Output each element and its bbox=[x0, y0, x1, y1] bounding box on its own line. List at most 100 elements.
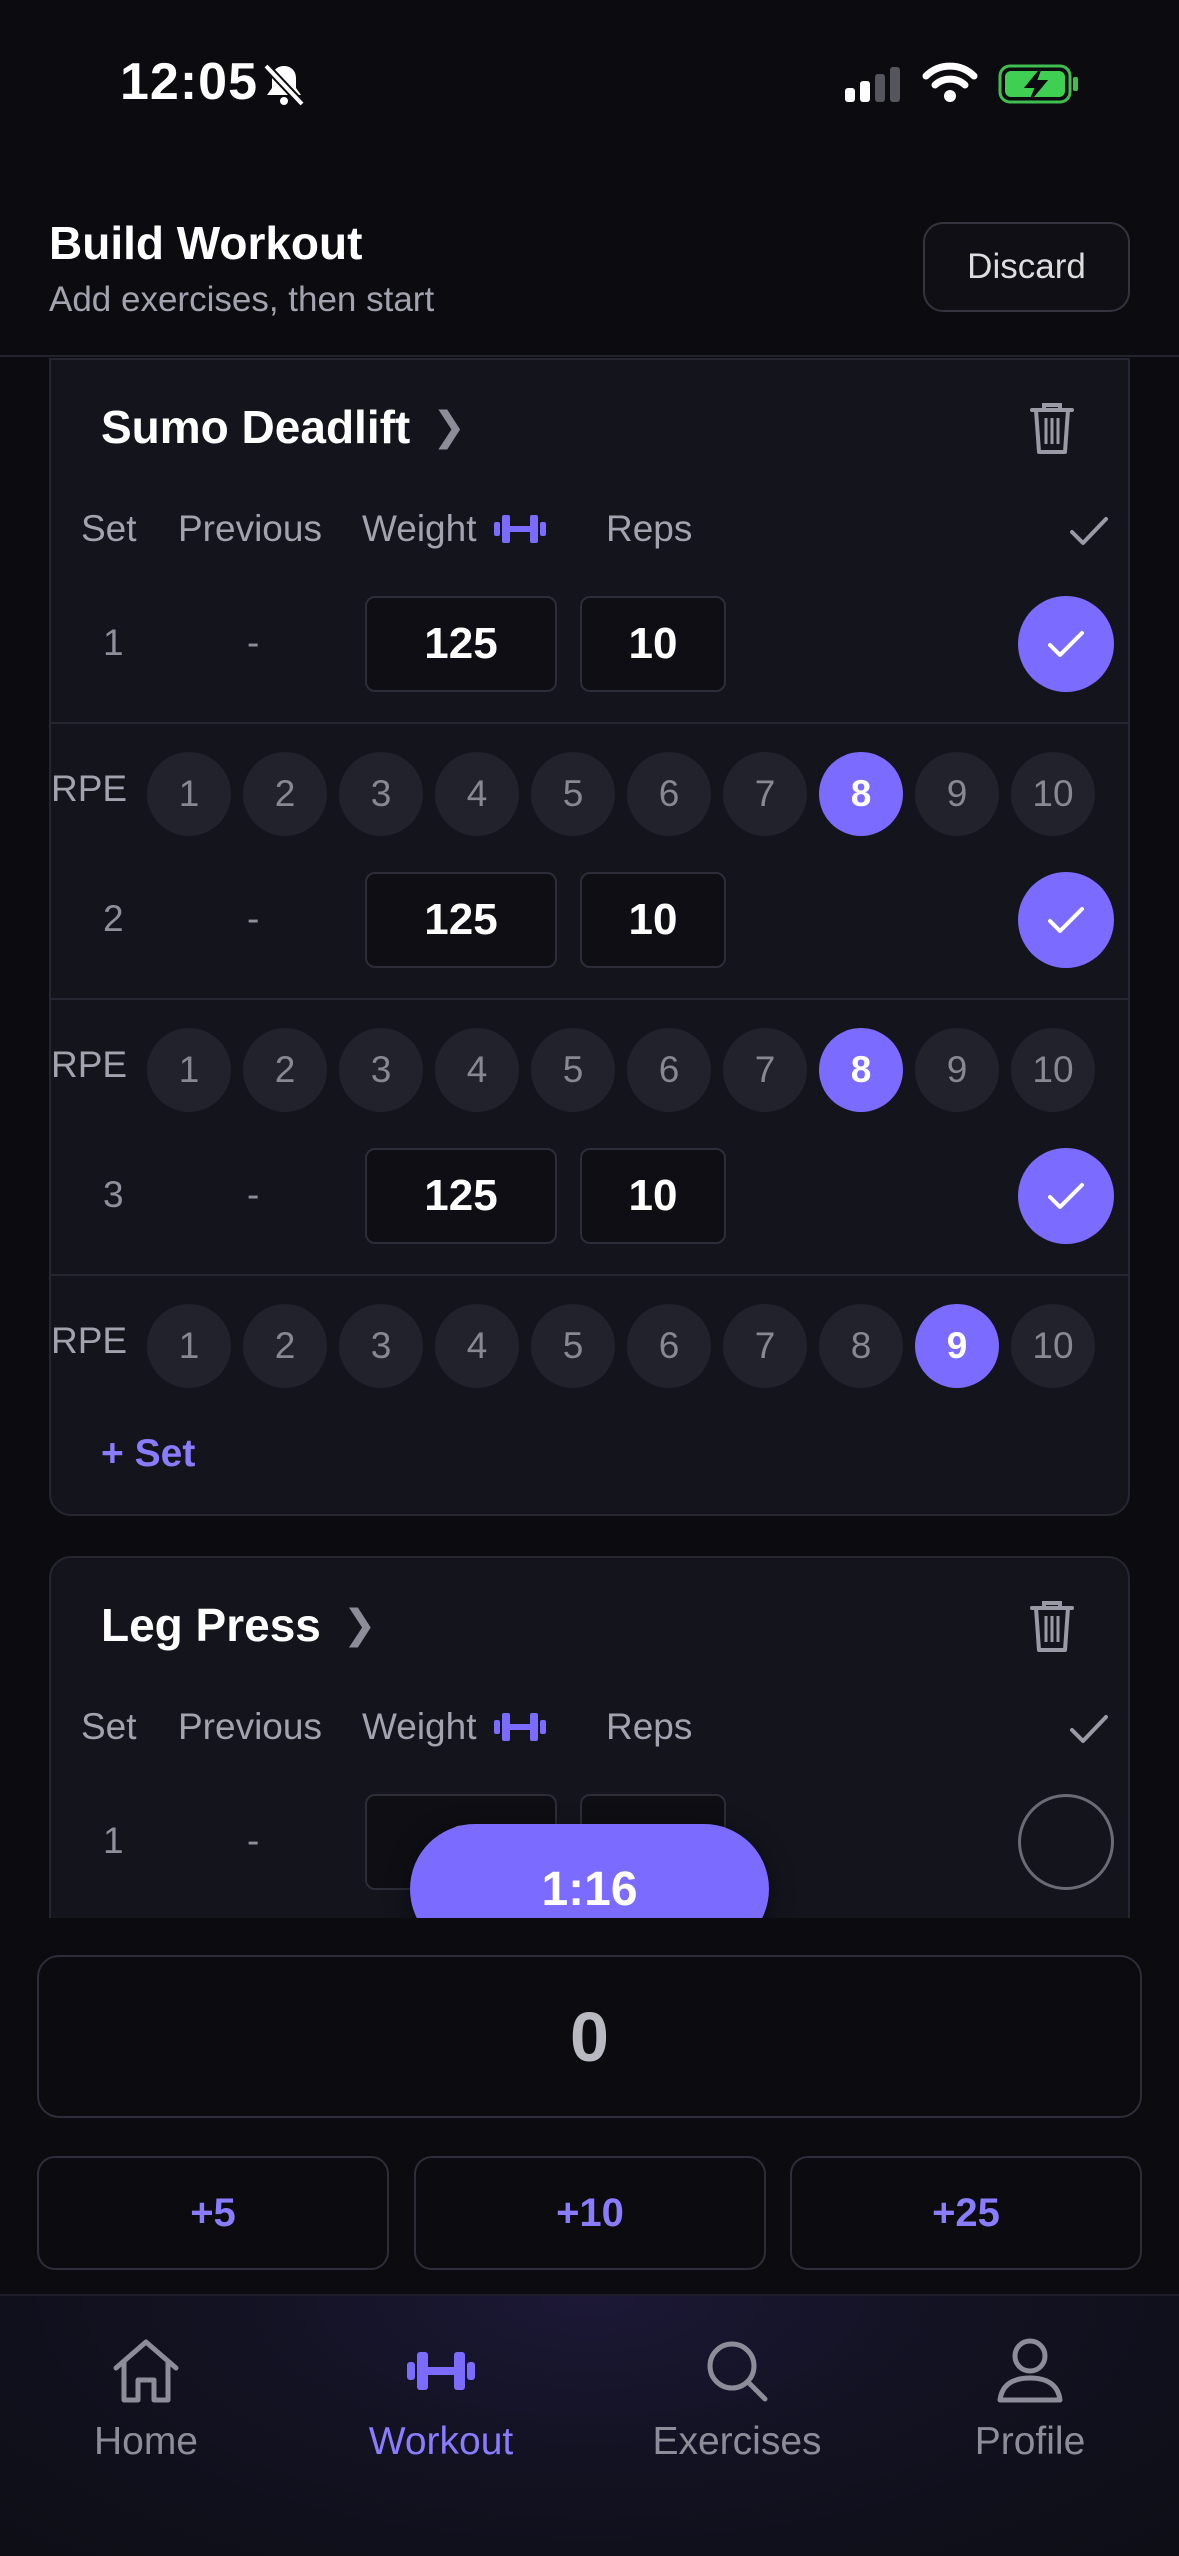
trash-icon[interactable] bbox=[1028, 400, 1076, 456]
rpe-option[interactable]: 5 bbox=[531, 1028, 615, 1112]
set-complete-toggle[interactable] bbox=[1018, 1794, 1114, 1890]
column-reps: Reps bbox=[606, 1706, 693, 1747]
set-complete-toggle[interactable] bbox=[1018, 596, 1114, 692]
exercise-title-link[interactable]: Leg Press ❯ bbox=[101, 1598, 376, 1652]
rpe-option[interactable]: 5 bbox=[531, 752, 615, 836]
rest-timer-button[interactable]: 1:16 bbox=[410, 1824, 769, 1918]
column-previous: Previous bbox=[178, 1706, 322, 1747]
rpe-option[interactable]: 4 bbox=[435, 752, 519, 836]
set-row: 1 - 125 10 bbox=[51, 586, 1128, 704]
tab-bar: Home Workout Exercises Profile bbox=[0, 2294, 1179, 2556]
set-previous: - bbox=[247, 1174, 260, 1215]
rpe-option-selected[interactable]: 8 bbox=[819, 752, 903, 836]
rpe-option[interactable]: 10 bbox=[1011, 1028, 1095, 1112]
cellular-signal-icon bbox=[845, 67, 900, 102]
set-columns-header: Set Previous Weight Reps bbox=[51, 1706, 1128, 1756]
rpe-row: RPE 1 2 3 4 5 6 7 8 9 10 bbox=[51, 1274, 1128, 1412]
rpe-option[interactable]: 7 bbox=[723, 1028, 807, 1112]
rpe-option[interactable]: 2 bbox=[243, 1028, 327, 1112]
set-row: 3 - 125 10 bbox=[51, 1138, 1128, 1256]
keypad-value-display[interactable]: 0 bbox=[37, 1955, 1142, 2118]
rpe-option[interactable]: 7 bbox=[723, 1304, 807, 1388]
reps-input[interactable]: 10 bbox=[580, 596, 726, 692]
page-title: Build Workout bbox=[49, 217, 363, 269]
rpe-option-selected[interactable]: 8 bbox=[819, 1028, 903, 1112]
rpe-option[interactable]: 9 bbox=[915, 752, 999, 836]
column-weight[interactable]: Weight bbox=[362, 508, 549, 550]
rpe-option[interactable]: 6 bbox=[627, 1028, 711, 1112]
set-number: 1 bbox=[103, 622, 124, 663]
trash-icon[interactable] bbox=[1028, 1598, 1076, 1654]
weight-input[interactable]: 125 bbox=[365, 872, 557, 968]
reps-input[interactable]: 10 bbox=[580, 1148, 726, 1244]
rpe-row: RPE 1 2 3 4 5 6 7 8 9 10 bbox=[51, 998, 1128, 1136]
increment-25-button[interactable]: +25 bbox=[790, 2156, 1142, 2270]
discard-button[interactable]: Discard bbox=[923, 222, 1130, 312]
rpe-option[interactable]: 1 bbox=[147, 1304, 231, 1388]
search-icon bbox=[707, 2341, 768, 2402]
column-weight-label: Weight bbox=[362, 508, 477, 549]
set-complete-toggle[interactable] bbox=[1018, 872, 1114, 968]
check-all-icon[interactable] bbox=[1068, 514, 1110, 548]
set-number: 3 bbox=[103, 1174, 124, 1215]
tab-profile-label: Profile bbox=[974, 2420, 1086, 2463]
tab-workout-label: Workout bbox=[368, 2420, 514, 2463]
weight-input[interactable]: 125 bbox=[365, 596, 557, 692]
exercise-title-link[interactable]: Sumo Deadlift ❯ bbox=[101, 400, 466, 454]
increment-10-button[interactable]: +10 bbox=[414, 2156, 766, 2270]
rpe-option[interactable]: 5 bbox=[531, 1304, 615, 1388]
tab-exercises-label: Exercises bbox=[652, 2420, 822, 2463]
rpe-option[interactable]: 3 bbox=[339, 1304, 423, 1388]
rpe-option[interactable]: 1 bbox=[147, 1028, 231, 1112]
check-all-icon[interactable] bbox=[1068, 1712, 1110, 1746]
rpe-option[interactable]: 10 bbox=[1011, 752, 1095, 836]
tab-home-label: Home bbox=[93, 2420, 199, 2463]
rpe-option[interactable]: 10 bbox=[1011, 1304, 1095, 1388]
set-complete-toggle[interactable] bbox=[1018, 1148, 1114, 1244]
rpe-option[interactable]: 3 bbox=[339, 1028, 423, 1112]
dumbbell-icon bbox=[407, 2352, 475, 2390]
column-previous: Previous bbox=[178, 508, 322, 549]
tab-exercises[interactable]: Exercises bbox=[627, 2336, 847, 2464]
rpe-option[interactable]: 3 bbox=[339, 752, 423, 836]
tab-profile[interactable]: Profile bbox=[920, 2336, 1140, 2464]
rpe-option[interactable]: 6 bbox=[627, 752, 711, 836]
rpe-row: RPE 1 2 3 4 5 6 7 8 9 10 bbox=[51, 722, 1128, 860]
set-previous: - bbox=[247, 1820, 260, 1861]
rpe-option[interactable]: 2 bbox=[243, 1304, 327, 1388]
set-previous: - bbox=[247, 622, 260, 663]
reps-input[interactable]: 10 bbox=[580, 872, 726, 968]
rpe-option-selected[interactable]: 9 bbox=[915, 1304, 999, 1388]
set-number: 2 bbox=[103, 898, 124, 939]
exercise-name: Leg Press bbox=[101, 1599, 321, 1651]
rpe-option[interactable]: 4 bbox=[435, 1028, 519, 1112]
page-header: Build Workout Add exercises, then start … bbox=[0, 200, 1179, 357]
dumbbell-icon bbox=[493, 515, 546, 543]
column-weight[interactable]: Weight bbox=[362, 1706, 549, 1748]
add-set-button[interactable]: + Set bbox=[101, 1432, 195, 1476]
dumbbell-icon bbox=[493, 1713, 546, 1741]
rpe-option[interactable]: 4 bbox=[435, 1304, 519, 1388]
rpe-label: RPE bbox=[51, 1320, 128, 1361]
silent-bell-icon bbox=[263, 63, 305, 107]
rpe-option[interactable]: 7 bbox=[723, 752, 807, 836]
tab-workout[interactable]: Workout bbox=[331, 2336, 551, 2464]
column-reps: Reps bbox=[606, 508, 693, 549]
status-time: 12:05 bbox=[120, 53, 258, 111]
wifi-icon bbox=[922, 62, 978, 102]
increment-5-button[interactable]: +5 bbox=[37, 2156, 389, 2270]
weight-input[interactable]: 125 bbox=[365, 1148, 557, 1244]
column-set: Set bbox=[81, 508, 137, 549]
rpe-option[interactable]: 6 bbox=[627, 1304, 711, 1388]
workout-scroll-area[interactable]: Sumo Deadlift ❯ Set Previous Weight Reps… bbox=[0, 358, 1179, 1918]
check-icon bbox=[1048, 631, 1084, 657]
rpe-option[interactable]: 1 bbox=[147, 752, 231, 836]
battery-charging-icon bbox=[998, 64, 1078, 104]
person-icon bbox=[997, 2338, 1063, 2403]
rpe-label: RPE bbox=[51, 1044, 128, 1085]
tab-home[interactable]: Home bbox=[36, 2336, 256, 2464]
rpe-option[interactable]: 2 bbox=[243, 752, 327, 836]
rpe-option[interactable]: 9 bbox=[915, 1028, 999, 1112]
rpe-option[interactable]: 8 bbox=[819, 1304, 903, 1388]
set-row: 2 - 125 10 bbox=[51, 862, 1128, 980]
